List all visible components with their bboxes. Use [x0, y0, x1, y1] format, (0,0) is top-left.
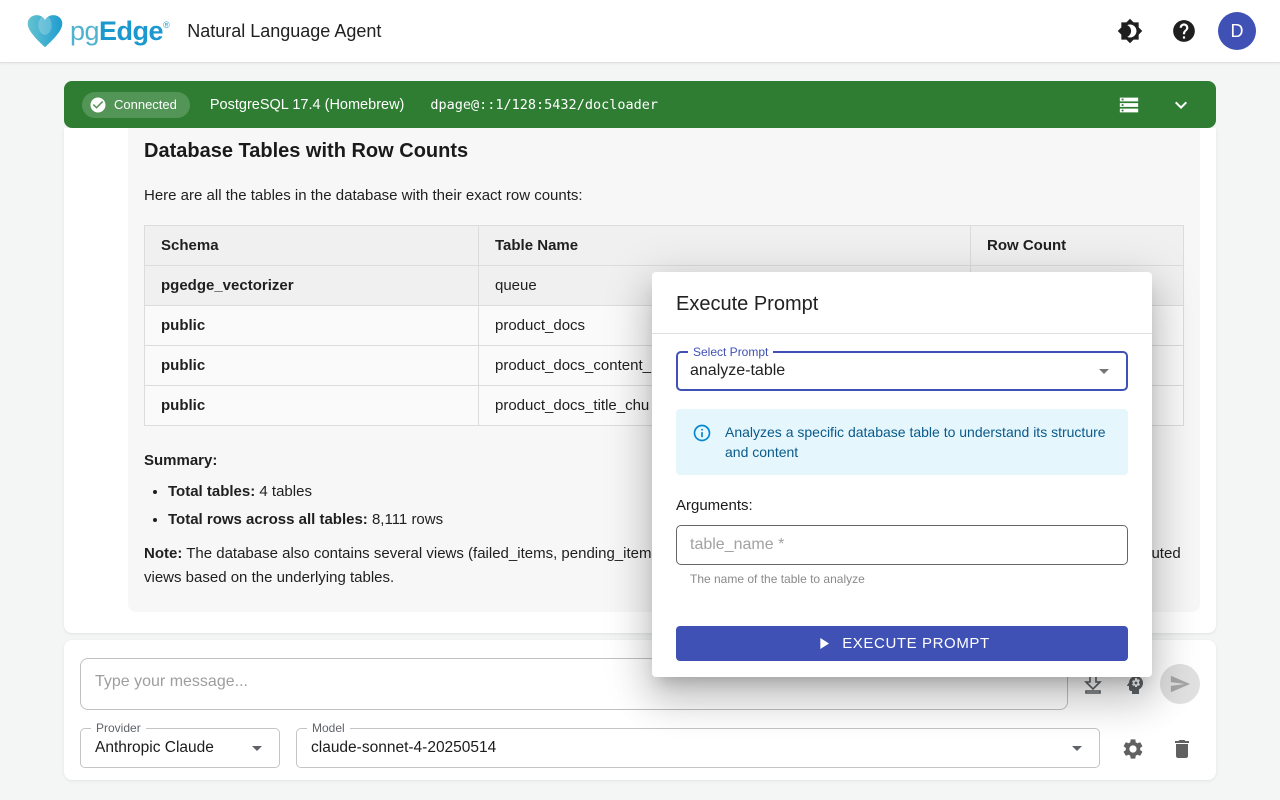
model-label: Model: [307, 721, 350, 736]
schema-cell: public: [145, 386, 479, 426]
connection-string: dpage@::1/128:5432/docloader: [430, 97, 658, 113]
send-message-button[interactable]: [1160, 664, 1200, 704]
page-title: Natural Language Agent: [187, 21, 381, 42]
user-avatar[interactable]: D: [1218, 12, 1256, 50]
message-intro: Here are all the tables in the database …: [144, 187, 1184, 204]
column-header-row-count: Row Count: [971, 226, 1184, 266]
help-icon: [1171, 18, 1197, 44]
storage-icon: [1118, 94, 1140, 116]
schema-cell: pgedge_vectorizer: [145, 266, 479, 306]
model-value: claude-sonnet-4-20250514: [311, 739, 496, 757]
check-circle-icon: [89, 96, 107, 114]
info-icon: [692, 423, 712, 443]
table-header-row: Schema Table Name Row Count: [145, 226, 1184, 266]
app-header: pgEdge® Natural Language Agent D: [0, 0, 1280, 63]
table-name-input[interactable]: [676, 525, 1128, 565]
connection-bar: Connected PostgreSQL 17.4 (Homebrew) dpa…: [64, 81, 1216, 128]
connection-status-label: Connected: [114, 97, 177, 112]
pgedge-logo: pgEdge®: [24, 11, 169, 51]
dark-mode-toggle-button[interactable]: [1110, 11, 1150, 51]
dark-mode-icon: [1117, 18, 1143, 44]
collapse-connection-bar-button[interactable]: [1164, 88, 1198, 122]
connection-status-badge: Connected: [82, 92, 190, 118]
prompt-info-alert: Analyzes a specific database table to un…: [676, 409, 1128, 475]
arguments-label: Arguments:: [676, 497, 1128, 514]
column-header-table-name: Table Name: [479, 226, 971, 266]
trash-icon: [1170, 737, 1194, 761]
dialog-title: Execute Prompt: [652, 272, 1152, 333]
message-heading: Database Tables with Row Counts: [144, 140, 1184, 163]
schema-cell: public: [145, 306, 479, 346]
column-header-schema: Schema: [145, 226, 479, 266]
model-select[interactable]: Model claude-sonnet-4-20250514: [296, 728, 1100, 768]
server-version-label: PostgreSQL 17.4 (Homebrew): [210, 97, 405, 113]
play-icon: [814, 634, 833, 653]
select-prompt-dropdown[interactable]: Select Prompt analyze-table: [676, 351, 1128, 391]
dropdown-arrow-icon: [1092, 359, 1116, 383]
execute-prompt-button[interactable]: EXECUTE PROMPT: [676, 626, 1128, 661]
pgedge-heart-icon: [24, 11, 66, 51]
table-name-helper-text: The name of the table to analyze: [690, 572, 1128, 586]
clear-chat-button[interactable]: [1165, 732, 1199, 766]
execute-prompt-dialog: Execute Prompt Select Prompt analyze-tab…: [652, 272, 1152, 677]
provider-value: Anthropic Claude: [95, 739, 214, 757]
provider-select[interactable]: Provider Anthropic Claude: [80, 728, 280, 768]
settings-button[interactable]: [1116, 732, 1150, 766]
select-prompt-value: analyze-table: [690, 362, 785, 380]
brand-wordmark: pgEdge®: [70, 16, 169, 47]
provider-label: Provider: [91, 721, 146, 736]
connections-list-button[interactable]: [1112, 88, 1146, 122]
dropdown-arrow-icon: [245, 736, 269, 760]
gear-icon: [1121, 737, 1145, 761]
help-button[interactable]: [1164, 11, 1204, 51]
prompt-description: Analyzes a specific database table to un…: [725, 422, 1112, 462]
send-icon: [1169, 673, 1191, 695]
dropdown-arrow-icon: [1065, 736, 1089, 760]
select-prompt-label: Select Prompt: [688, 345, 773, 360]
schema-cell: public: [145, 346, 479, 386]
chevron-down-icon: [1169, 93, 1193, 117]
